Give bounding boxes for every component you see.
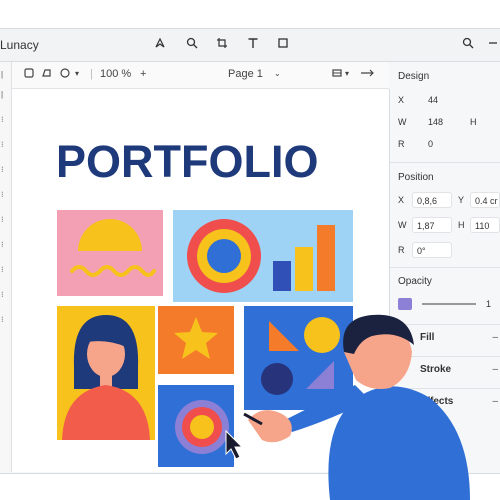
designer-illustration — [243, 314, 470, 500]
